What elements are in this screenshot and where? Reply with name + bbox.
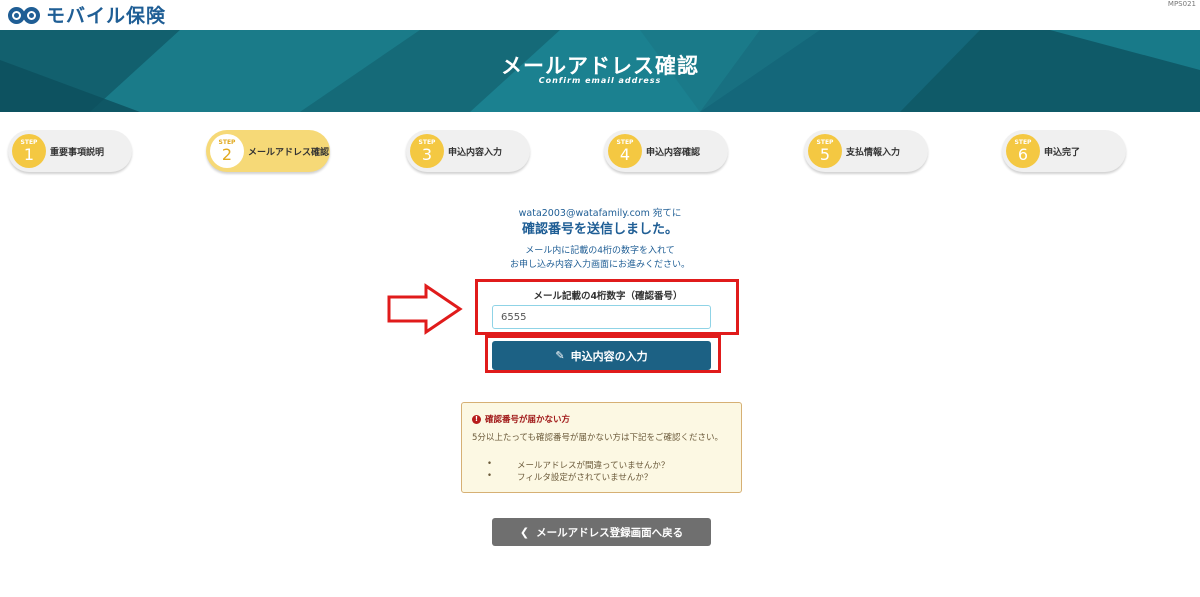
instruction-line-2: お申し込み内容入力画面にお進みください。: [509, 260, 690, 270]
step-3: STEP 3 申込内容入力: [406, 130, 530, 172]
step-2-current: STEP 2 メールアドレス確認: [206, 130, 330, 172]
proceed-to-application-button[interactable]: ✎ 申込内容の入力: [492, 341, 711, 370]
top-bar: モバイル保険 MPS021: [0, 0, 1200, 30]
notice-title-text: 確認番号が届かない方: [485, 415, 571, 425]
annotation-arrow-icon: [387, 283, 463, 335]
page-subtitle: Confirm email address: [538, 76, 662, 85]
logo-eyes-icon: [8, 5, 44, 25]
page-code: MPS021: [1167, 0, 1196, 8]
step-3-label: 申込内容入力: [448, 148, 503, 158]
step-1: STEP 1 重要事項説明: [8, 130, 132, 172]
sent-heading: 確認番号を送信しました。: [521, 222, 678, 237]
step-2-badge: STEP 2: [210, 134, 244, 168]
step-4-badge: STEP 4: [608, 134, 642, 168]
brand-logo[interactable]: モバイル保険: [8, 1, 166, 28]
notice-list-item: • メールアドレスが間違っていませんか？: [487, 459, 670, 471]
logo-text: モバイル保険: [46, 5, 167, 27]
step-1-label: 重要事項説明: [50, 148, 105, 158]
pencil-icon: ✎: [555, 349, 565, 362]
exclamation-icon: !: [472, 414, 481, 424]
confirmation-code-input[interactable]: [492, 305, 711, 329]
proceed-button-label: 申込内容の入力: [570, 349, 648, 363]
page-banner: メールアドレス確認 Confirm email address: [0, 30, 1200, 112]
back-button-label: メールアドレス登録画面へ戻る: [536, 526, 684, 539]
back-to-email-registration-button[interactable]: ❮ メールアドレス登録画面へ戻る: [492, 518, 711, 546]
step-1-badge: STEP 1: [12, 134, 46, 168]
notice-list-item: • フィルタ設定がされていませんか？: [487, 471, 653, 483]
step-5-badge: STEP 5: [808, 134, 842, 168]
code-field-label: メール記載の4桁数字（確認番号）: [533, 291, 683, 302]
notice-body: 5分以上たっても確認番号が届かない方は下記をご確認ください。: [472, 433, 724, 443]
step-6-label: 申込完了: [1044, 148, 1081, 158]
notice-title: ! 確認番号が届かない方: [472, 413, 570, 425]
step-3-badge: STEP 3: [410, 134, 444, 168]
step-2-label: メールアドレス確認: [248, 148, 330, 158]
code-not-received-notice: ! 確認番号が届かない方 5分以上たっても確認番号が届かない方は下記をご確認くだ…: [461, 402, 742, 493]
instruction-line-1: メール内に記載の4桁の数字を入れて: [525, 246, 675, 256]
chevron-left-icon: ❮: [519, 525, 530, 539]
step-6: STEP 6 申込完了: [1002, 130, 1126, 172]
step-4: STEP 4 申込内容確認: [604, 130, 728, 172]
sent-to-email: wata2003@watafamily.com 宛てに: [518, 208, 682, 219]
step-4-label: 申込内容確認: [646, 148, 701, 158]
step-5: STEP 5 支払情報入力: [804, 130, 928, 172]
step-5-label: 支払情報入力: [846, 148, 901, 158]
step-6-badge: STEP 6: [1006, 134, 1040, 168]
